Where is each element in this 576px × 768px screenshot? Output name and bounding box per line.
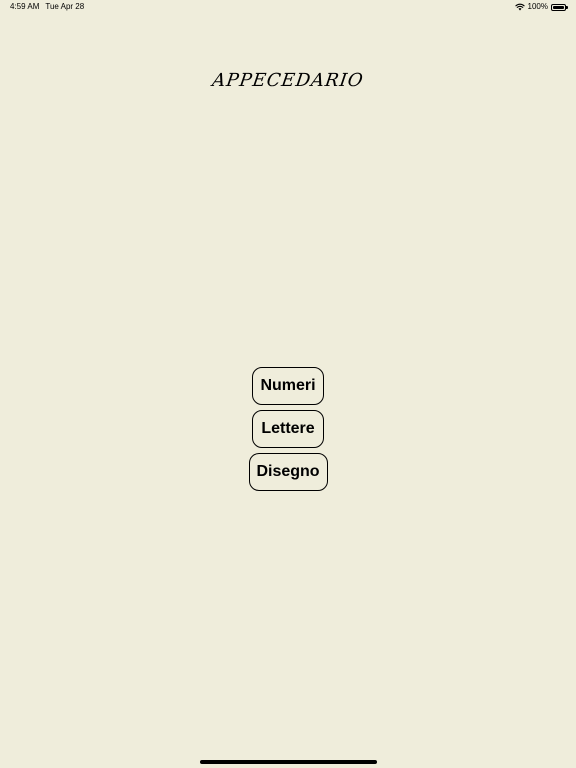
lettere-button[interactable]: Lettere [252, 410, 324, 448]
battery-icon [551, 3, 568, 11]
status-right: 100% [514, 1, 568, 13]
home-indicator[interactable] [200, 760, 377, 764]
disegno-button[interactable]: Disegno [248, 453, 328, 491]
app-title: APPECEDARIO [210, 70, 366, 91]
numeri-button[interactable]: Numeri [252, 367, 324, 405]
main-menu: Numeri Lettere Disegno [0, 367, 576, 491]
battery-cap [566, 6, 568, 9]
status-bar: 4:59 AM Tue Apr 28 100% [0, 0, 576, 16]
status-left: 4:59 AM Tue Apr 28 [10, 0, 84, 14]
status-date: Tue Apr 28 [45, 2, 85, 11]
status-time: 4:59 AM [10, 2, 40, 11]
battery-percent: 100% [527, 2, 548, 11]
wifi-icon [514, 3, 525, 11]
battery-fill [553, 5, 564, 9]
